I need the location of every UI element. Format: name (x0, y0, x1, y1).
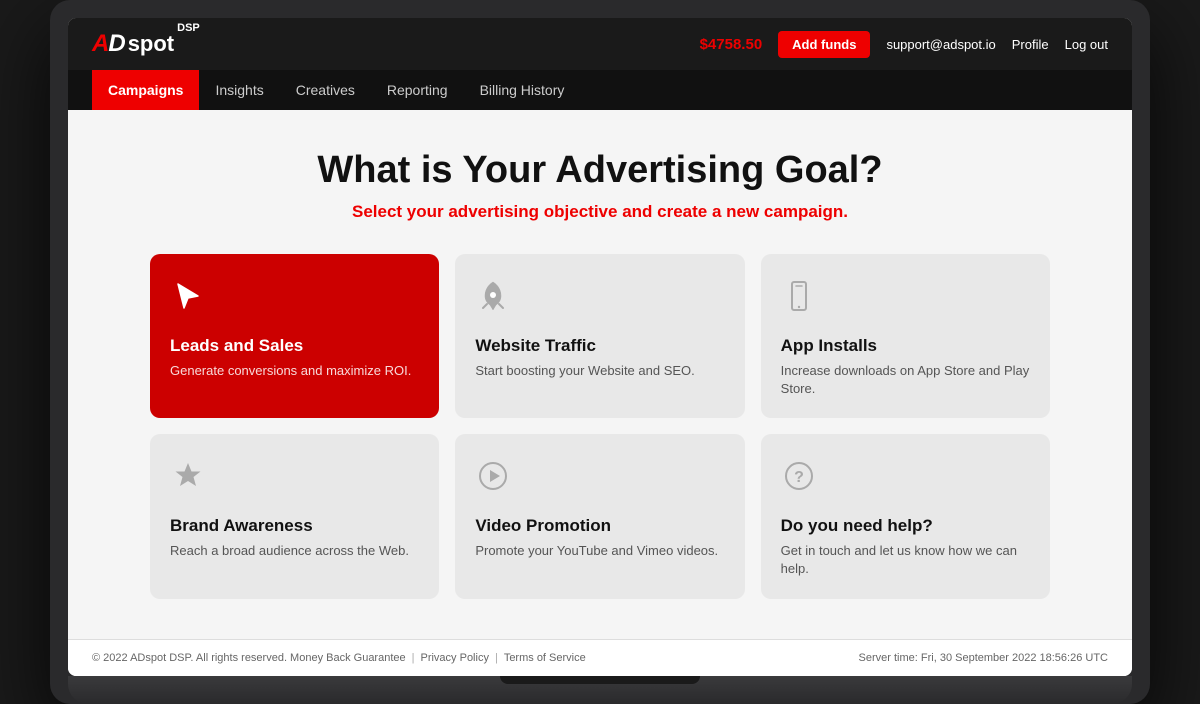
privacy-policy-link[interactable]: Privacy Policy (420, 652, 488, 664)
tab-campaigns[interactable]: Campaigns (92, 70, 199, 110)
svg-text:?: ? (794, 469, 804, 486)
card-video-desc: Promote your YouTube and Vimeo videos. (475, 542, 724, 560)
card-brand-awareness[interactable]: Brand Awareness Reach a broad audience a… (150, 434, 439, 598)
card-help-title: Do you need help? (781, 516, 1030, 536)
card-app-title: App Installs (781, 336, 1030, 356)
profile-link[interactable]: Profile (1012, 37, 1049, 52)
card-website-traffic[interactable]: Website Traffic Start boosting your Webs… (455, 254, 744, 418)
support-email: support@adspot.io (886, 37, 995, 52)
add-funds-button[interactable]: Add funds (778, 31, 870, 58)
laptop-base (68, 676, 1132, 704)
footer-sep1: | (412, 652, 415, 664)
card-traffic-title: Website Traffic (475, 336, 724, 356)
laptop-screen: A D spot DSP $4758.50 Add funds support@… (68, 18, 1132, 676)
card-video-promotion[interactable]: Video Promotion Promote your YouTube and… (455, 434, 744, 598)
card-help-desc: Get in touch and let us know how we can … (781, 542, 1030, 578)
tab-insights[interactable]: Insights (199, 70, 279, 110)
logo: A D spot DSP (92, 32, 200, 56)
question-icon: ? (781, 458, 1030, 502)
page-subheading: Select your advertising objective and cr… (128, 202, 1072, 222)
nav-tabs: Campaigns Insights Creatives Reporting B… (68, 70, 1132, 110)
logo-dsp: DSP (177, 22, 200, 34)
card-brand-desc: Reach a broad audience across the Web. (170, 542, 419, 560)
goal-cards-grid: Leads and Sales Generate conversions and… (150, 254, 1050, 599)
balance-display: $4758.50 (700, 36, 763, 53)
card-app-installs[interactable]: App Installs Increase downloads on App S… (761, 254, 1050, 418)
tab-billing-history[interactable]: Billing History (464, 70, 581, 110)
footer: © 2022 ADspot DSP. All rights reserved. … (68, 639, 1132, 676)
logo-a: A (92, 32, 109, 56)
top-bar-right: $4758.50 Add funds support@adspot.io Pro… (700, 31, 1108, 58)
footer-copyright: © 2022 ADspot DSP. All rights reserved. … (92, 652, 406, 664)
card-traffic-desc: Start boosting your Website and SEO. (475, 362, 724, 380)
card-leads-desc: Generate conversions and maximize ROI. (170, 362, 419, 380)
logo-d: D (108, 32, 125, 56)
laptop-frame: A D spot DSP $4758.50 Add funds support@… (50, 0, 1150, 704)
footer-server-time: Server time: Fri, 30 September 2022 18:5… (859, 652, 1108, 664)
card-leads-sales[interactable]: Leads and Sales Generate conversions and… (150, 254, 439, 418)
page-heading: What is Your Advertising Goal? (128, 150, 1072, 192)
logo-spot: spot (128, 33, 174, 55)
card-leads-title: Leads and Sales (170, 336, 419, 356)
terms-of-service-link[interactable]: Terms of Service (504, 652, 586, 664)
tab-reporting[interactable]: Reporting (371, 70, 464, 110)
star-icon (170, 458, 419, 502)
tab-creatives[interactable]: Creatives (280, 70, 371, 110)
logout-link[interactable]: Log out (1065, 37, 1108, 52)
rocket-icon (475, 278, 724, 322)
play-icon (475, 458, 724, 502)
cursor-icon (170, 278, 419, 322)
card-video-title: Video Promotion (475, 516, 724, 536)
footer-left: © 2022 ADspot DSP. All rights reserved. … (92, 652, 586, 664)
main-content: What is Your Advertising Goal? Select yo… (68, 110, 1132, 639)
footer-sep2: | (495, 652, 498, 664)
mobile-icon (781, 278, 1030, 322)
card-app-desc: Increase downloads on App Store and Play… (781, 362, 1030, 398)
card-help[interactable]: ? Do you need help? Get in touch and let… (761, 434, 1050, 598)
card-brand-title: Brand Awareness (170, 516, 419, 536)
top-bar: A D spot DSP $4758.50 Add funds support@… (68, 18, 1132, 70)
